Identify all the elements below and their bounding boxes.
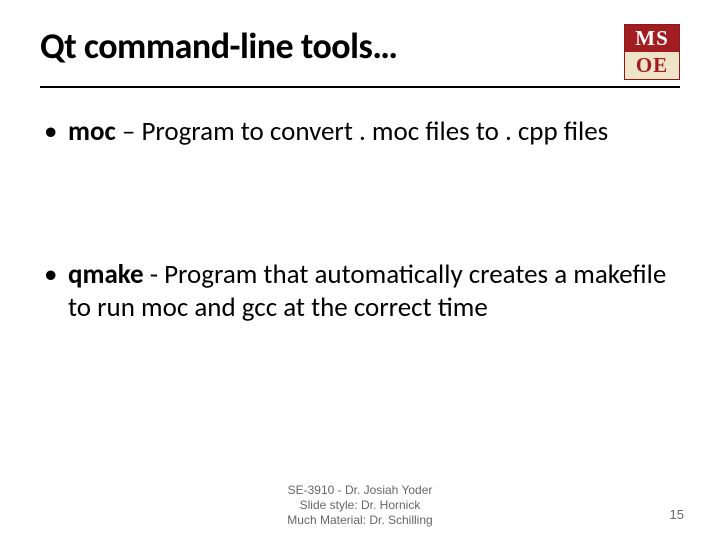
msoe-logo-top: MS — [625, 25, 679, 52]
bullet-term: qmake — [68, 258, 144, 291]
footer-line-1: SE-3910 - Dr. Josiah Yoder — [0, 483, 720, 498]
slide-content: moc – Program to convert . moc files to … — [40, 116, 680, 325]
msoe-logo: MS OE — [624, 24, 680, 80]
footer-line-2: Slide style: Dr. Hornick — [0, 498, 720, 513]
bullet-list: moc – Program to convert . moc files to … — [40, 116, 680, 325]
title-row: Qt command-line tools… MS OE — [40, 24, 680, 88]
bullet-sep: – — [116, 115, 142, 148]
footer-line-3: Much Material: Dr. Schilling — [0, 513, 720, 528]
bullet-term: moc — [68, 115, 116, 148]
slide-title: Qt command-line tools… — [40, 24, 397, 68]
slide: Qt command-line tools… MS OE moc – Progr… — [0, 0, 720, 540]
bullet-desc: Program to convert . moc files to . cpp … — [141, 115, 608, 148]
msoe-logo-bottom: OE — [625, 52, 679, 79]
bullet-sep: - — [144, 258, 164, 291]
msoe-logo-top-text: MS — [635, 26, 669, 51]
footer-credits: SE-3910 - Dr. Josiah Yoder Slide style: … — [0, 483, 720, 528]
msoe-logo-bottom-text: OE — [636, 53, 668, 78]
bullet-item: qmake - Program that automatically creat… — [40, 259, 680, 325]
bullet-item: moc – Program to convert . moc files to … — [40, 116, 680, 149]
page-number: 15 — [670, 507, 684, 522]
